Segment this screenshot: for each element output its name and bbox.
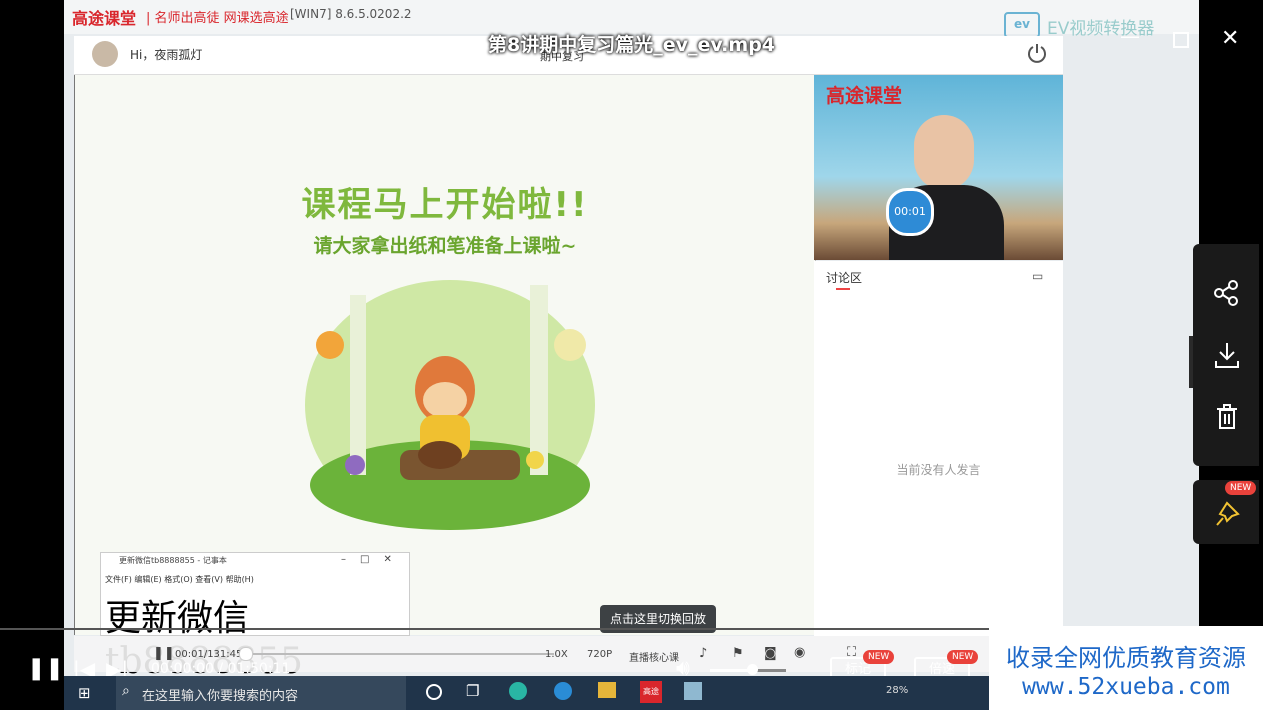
task-view-icon[interactable]: ❐ <box>466 682 479 700</box>
inner-pause-icon: ❚❚ <box>153 646 175 661</box>
inner-progress-knob <box>239 647 253 661</box>
inner-camera-icon: ◙ <box>764 646 777 661</box>
windows-taskbar: ⊞ ⌕ 在这里输入你要搜索的内容 ❐ 高途 28% <box>64 676 989 710</box>
share-icon[interactable] <box>1213 279 1241 307</box>
app-version: [WIN7] 8.6.5.0202.2 <box>290 7 412 21</box>
slide-subtitle: 请大家拿出纸和笔准备上课啦~ <box>313 235 577 257</box>
file-explorer-icon[interactable] <box>598 682 616 698</box>
speed-new-badge: NEW <box>947 650 979 664</box>
pin-new-badge: NEW <box>1225 481 1257 495</box>
app-360-icon[interactable] <box>509 682 527 700</box>
side-toolbar <box>1193 244 1259 466</box>
pin-panel: NEW <box>1193 480 1259 544</box>
banner-url: www.52xueba.com <box>1022 674 1230 700</box>
watermark-banner: 收录全网优质教育资源 www.52xueba.com <box>989 626 1263 710</box>
inner-mode: 直播核心课 <box>629 653 679 664</box>
app-brand-logo: 高途课堂 <box>72 9 137 28</box>
inner-progress <box>244 653 554 655</box>
discussion-tab-indicator <box>836 288 850 290</box>
recorded-app-titlebar: 高途课堂 | 名师出高徒 网课选高途 [WIN7] 8.6.5.0202.2 e… <box>64 0 1199 39</box>
edge-browser-icon[interactable] <box>554 682 572 700</box>
battery-indicator: 28% <box>886 685 909 696</box>
notepad-window: 更新微信tb8888855 - 记事本 –□✕ 文件(F) 编辑(E) 格式(O… <box>100 552 410 682</box>
inner-eye-icon: ◉ <box>794 645 806 660</box>
mark-new-badge: NEW <box>863 650 895 664</box>
forest-illustration <box>305 280 595 530</box>
notepad-taskbar-icon[interactable] <box>684 682 702 700</box>
lesson-slide: 课程马上开始啦!! 请大家拿出纸和笔准备上课啦~ <box>74 75 816 635</box>
pin-icon[interactable] <box>1213 500 1241 528</box>
banner-slogan: 收录全网优质教育资源 <box>1006 644 1246 672</box>
inner-quality: 720P <box>587 649 613 660</box>
teacher-video-brand: 高途课堂 <box>826 85 903 107</box>
close-icon[interactable]: ✕ <box>1221 26 1239 51</box>
maximize-icon[interactable] <box>1173 32 1189 48</box>
search-icon: ⌕ <box>122 683 130 699</box>
teacher-face <box>914 115 974 190</box>
inner-volume-icon: ♪ <box>699 646 708 661</box>
inner-speed: 1.0X <box>545 649 568 660</box>
notepad-menu[interactable]: 文件(F) 编辑(E) 格式(O) 查看(V) 帮助(H) <box>105 574 254 585</box>
search-placeholder: 在这里输入你要搜索的内容 <box>142 689 299 704</box>
inner-flag-icon: ⚑ <box>732 646 744 661</box>
slide-title: 课程马上开始啦!! <box>301 185 589 225</box>
download-icon[interactable] <box>1213 341 1241 369</box>
discussion-tab[interactable]: 讨论区 <box>826 269 862 286</box>
timer-badge: 00:01 <box>886 188 934 236</box>
chat-icon[interactable]: ▭ <box>1032 269 1043 283</box>
gaotu-app-icon[interactable]: 高途 <box>640 681 662 703</box>
notepad-title: 更新微信tb8888855 - 记事本 <box>119 556 227 565</box>
volume-slider-knob[interactable] <box>747 664 758 675</box>
pause-button[interactable]: ❚❚ <box>27 656 64 681</box>
teacher-video: 高途课堂 00:01 <box>814 75 1063 260</box>
minimize-icon[interactable]: — <box>1120 24 1140 48</box>
discussion-panel: 讨论区 ▭ 当前没有人发言 <box>814 261 1063 636</box>
cortana-icon[interactable] <box>426 684 442 700</box>
time-display: 00:00:00 / 01:50:11 <box>151 661 291 677</box>
video-title: 第8讲期中复习篇光_ev_ev.mp4 <box>487 34 776 56</box>
trash-icon[interactable] <box>1213 403 1241 431</box>
taskbar-search[interactable]: ⌕ 在这里输入你要搜索的内容 <box>116 676 406 710</box>
discussion-empty-text: 当前没有人发言 <box>896 463 981 477</box>
inner-time: 00:01/131:45 <box>175 649 243 660</box>
notepad-window-controls[interactable]: –□✕ <box>341 554 406 565</box>
side-toolbar-handle[interactable] <box>1189 336 1193 388</box>
app-slogan: | 名师出高徒 网课选高途 <box>146 11 289 26</box>
windows-start-icon[interactable]: ⊞ <box>78 684 91 702</box>
